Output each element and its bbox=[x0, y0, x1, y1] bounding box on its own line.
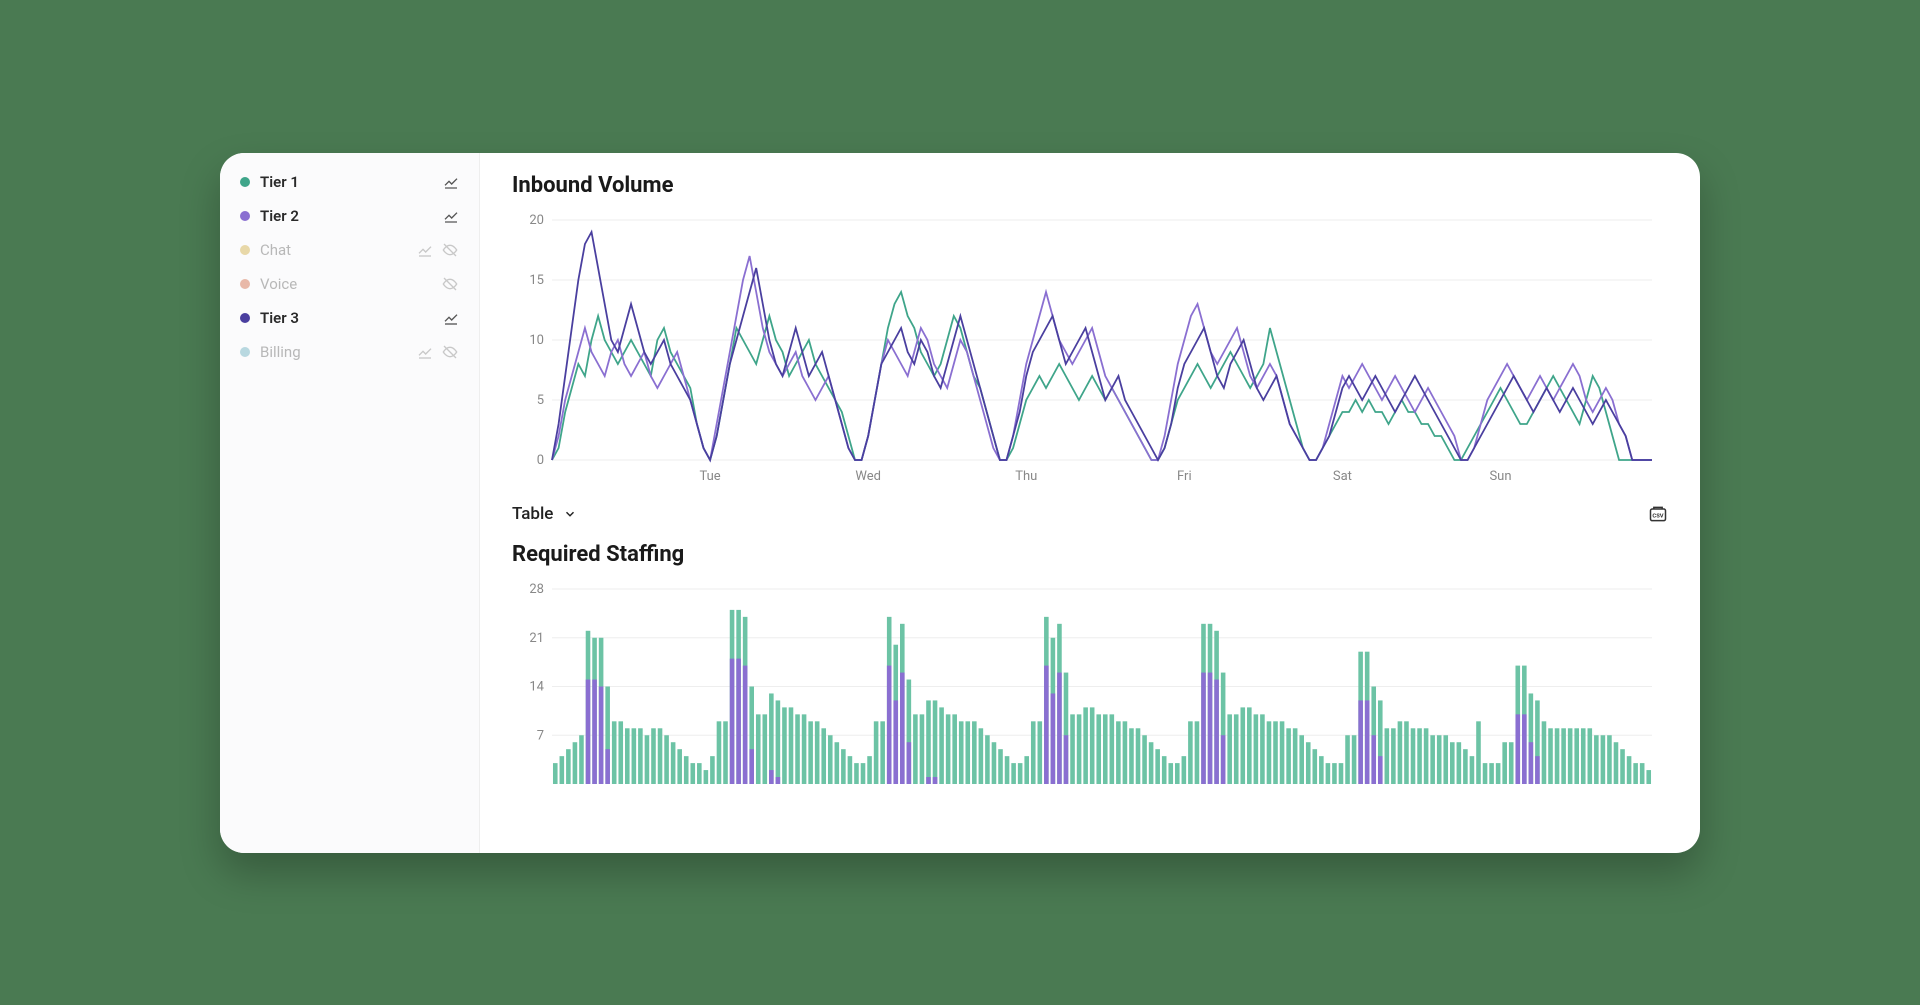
svg-text:Wed: Wed bbox=[855, 469, 881, 484]
line-chart-icon bbox=[417, 242, 433, 258]
hide-icon bbox=[441, 344, 459, 360]
svg-text:0: 0 bbox=[537, 453, 544, 468]
legend-item-chat[interactable]: Chat bbox=[220, 233, 479, 267]
line-chart-icon bbox=[443, 208, 459, 224]
legend-item-tier-1[interactable]: Tier 1 bbox=[220, 165, 479, 199]
svg-text:Sat: Sat bbox=[1333, 469, 1352, 484]
svg-text:5: 5 bbox=[537, 393, 544, 408]
color-swatch bbox=[240, 279, 250, 289]
table-toggle-row: Table CSV bbox=[512, 490, 1668, 542]
svg-text:20: 20 bbox=[529, 213, 544, 228]
legend-item-billing[interactable]: Billing bbox=[220, 335, 479, 369]
line-chart-icon bbox=[443, 310, 459, 326]
svg-text:21: 21 bbox=[529, 630, 544, 645]
inbound-volume-chart: 0 5 10 15 20 Tue Wed Thu Fri Sat Sun bbox=[512, 210, 1668, 490]
legend-item-voice[interactable]: Voice bbox=[220, 267, 479, 301]
svg-text:Fri: Fri bbox=[1177, 469, 1192, 484]
series-legend-sidebar: Tier 1 Tier 2 Chat Voice Tier 3 Billing bbox=[220, 153, 480, 853]
legend-item-tier-2[interactable]: Tier 2 bbox=[220, 199, 479, 233]
line-chart-icon bbox=[417, 344, 433, 360]
main-content: Inbound Volume 0 5 10 15 20 Tue Wed Thu Fri Sat Su… bbox=[480, 153, 1700, 853]
line-chart-icon bbox=[443, 174, 459, 190]
required-staffing-chart: 7 14 21 28 bbox=[512, 579, 1668, 789]
svg-text:10: 10 bbox=[529, 333, 544, 348]
svg-text:14: 14 bbox=[529, 679, 544, 694]
color-swatch bbox=[240, 347, 250, 357]
color-swatch bbox=[240, 245, 250, 255]
hide-icon bbox=[441, 276, 459, 292]
hide-icon bbox=[441, 242, 459, 258]
legend-item-tier-3[interactable]: Tier 3 bbox=[220, 301, 479, 335]
color-swatch bbox=[240, 313, 250, 323]
svg-text:7: 7 bbox=[537, 728, 544, 743]
legend-label: Tier 3 bbox=[260, 309, 299, 327]
table-dropdown-label: Table bbox=[512, 504, 553, 524]
color-swatch bbox=[240, 211, 250, 221]
svg-text:Tue: Tue bbox=[699, 469, 720, 484]
color-swatch bbox=[240, 177, 250, 187]
legend-label: Tier 1 bbox=[260, 173, 299, 191]
legend-label: Billing bbox=[260, 343, 301, 361]
svg-text:CSV: CSV bbox=[1652, 513, 1663, 519]
download-csv-button[interactable]: CSV bbox=[1648, 504, 1668, 524]
legend-label: Chat bbox=[260, 241, 291, 259]
legend-label: Voice bbox=[260, 275, 297, 293]
svg-text:28: 28 bbox=[529, 582, 544, 597]
required-staffing-title: Required Staffing bbox=[512, 542, 1668, 567]
dashboard-card: Tier 1 Tier 2 Chat Voice Tier 3 Billing Inbou… bbox=[220, 153, 1700, 853]
chevron-down-icon bbox=[563, 507, 577, 521]
svg-text:Sun: Sun bbox=[1489, 469, 1511, 484]
legend-label: Tier 2 bbox=[260, 207, 299, 225]
table-dropdown[interactable]: Table bbox=[512, 504, 577, 524]
svg-text:Thu: Thu bbox=[1015, 469, 1037, 484]
inbound-volume-title: Inbound Volume bbox=[512, 173, 1668, 198]
svg-text:15: 15 bbox=[529, 273, 544, 288]
